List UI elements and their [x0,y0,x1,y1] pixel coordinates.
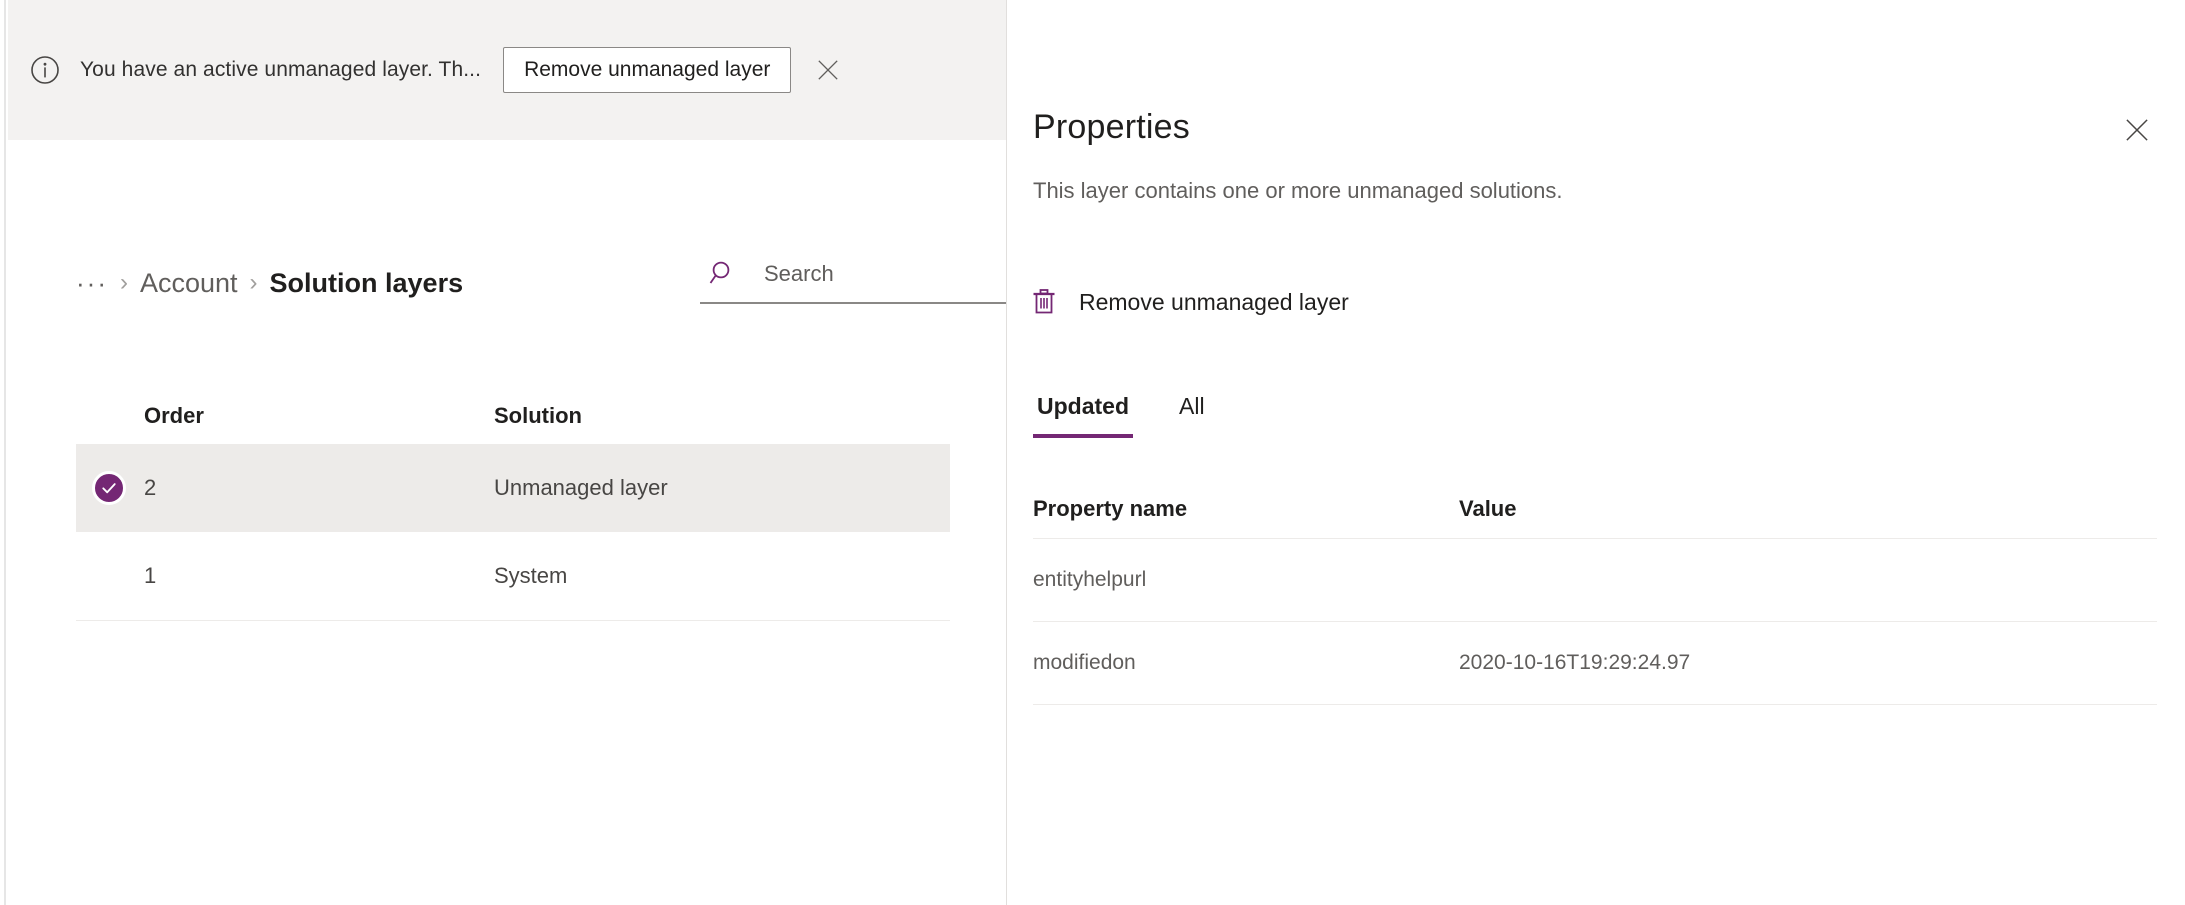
tab-all[interactable]: All [1175,393,1209,438]
breadcrumb-separator-icon: › [119,269,128,296]
trash-icon [1029,287,1059,317]
remove-unmanaged-layer-command[interactable]: Remove unmanaged layer [1029,278,1349,326]
search-box[interactable] [700,246,1014,304]
cell-value: 2020-10-16T19:29:24.97 [1459,651,1691,674]
table-row[interactable]: 1 System [76,532,950,621]
cell-solution: System [494,563,568,588]
info-circle-icon [30,55,60,85]
remove-unmanaged-layer-label: Remove unmanaged layer [1079,288,1349,315]
column-header-value[interactable]: Value [1459,496,2157,522]
breadcrumb-separator-icon: › [249,269,258,296]
tab-updated[interactable]: Updated [1033,393,1133,438]
message-bar: You have an active unmanaged layer. Th..… [8,0,1006,140]
close-icon[interactable] [2119,112,2155,148]
breadcrumb-overflow-button[interactable]: ··· [76,270,108,296]
app-root: You have an active unmanaged layer. Th..… [0,0,2185,905]
panel-tablist: Updated All [1033,378,1251,438]
page-title: Properties [1033,108,1190,146]
check-circle-icon [92,471,126,505]
message-bar-text: You have an active unmanaged layer. Th..… [80,58,482,81]
panel-subtitle: This layer contains one or more unmanage… [1033,178,1563,203]
close-icon[interactable] [811,53,845,87]
solution-layers-pane: You have an active unmanaged layer. Th..… [8,0,1014,905]
column-header-property-name[interactable]: Property name [1033,496,1459,522]
panel-top-spacer [1007,0,2185,78]
row-selection-checkbox[interactable] [76,471,144,505]
properties-panel: Properties This layer contains one or mo… [1006,0,2185,905]
column-header-order[interactable]: Order [144,403,494,429]
table-header-row: Order Solution [76,388,950,444]
table-row[interactable]: modifiedon 2020-10-16T19:29:24.97 [1033,621,2157,705]
window-left-rail [0,0,6,905]
cell-solution: Unmanaged layer [494,475,668,500]
cell-order: 2 [144,475,157,500]
search-input[interactable] [764,261,974,287]
search-icon [708,259,738,289]
column-header-solution[interactable]: Solution [494,403,950,429]
table-row[interactable]: 2 Unmanaged layer [76,444,950,532]
properties-table: Property name Value entityhelpurl modifi… [1033,480,2157,705]
cell-property-name: entityhelpurl [1033,568,1147,591]
cell-property-name: modifiedon [1033,651,1136,674]
solution-layers-table: Order Solution 2 Unmanaged layer 1 Syste [76,388,950,621]
cell-order: 1 [144,563,157,588]
table-header-row: Property name Value [1033,480,2157,538]
table-row[interactable]: entityhelpurl [1033,538,2157,621]
breadcrumb-item-solution-layers: Solution layers [269,267,464,298]
remove-unmanaged-layer-button[interactable]: Remove unmanaged layer [503,47,792,93]
breadcrumb-item-account[interactable]: Account [140,268,238,299]
